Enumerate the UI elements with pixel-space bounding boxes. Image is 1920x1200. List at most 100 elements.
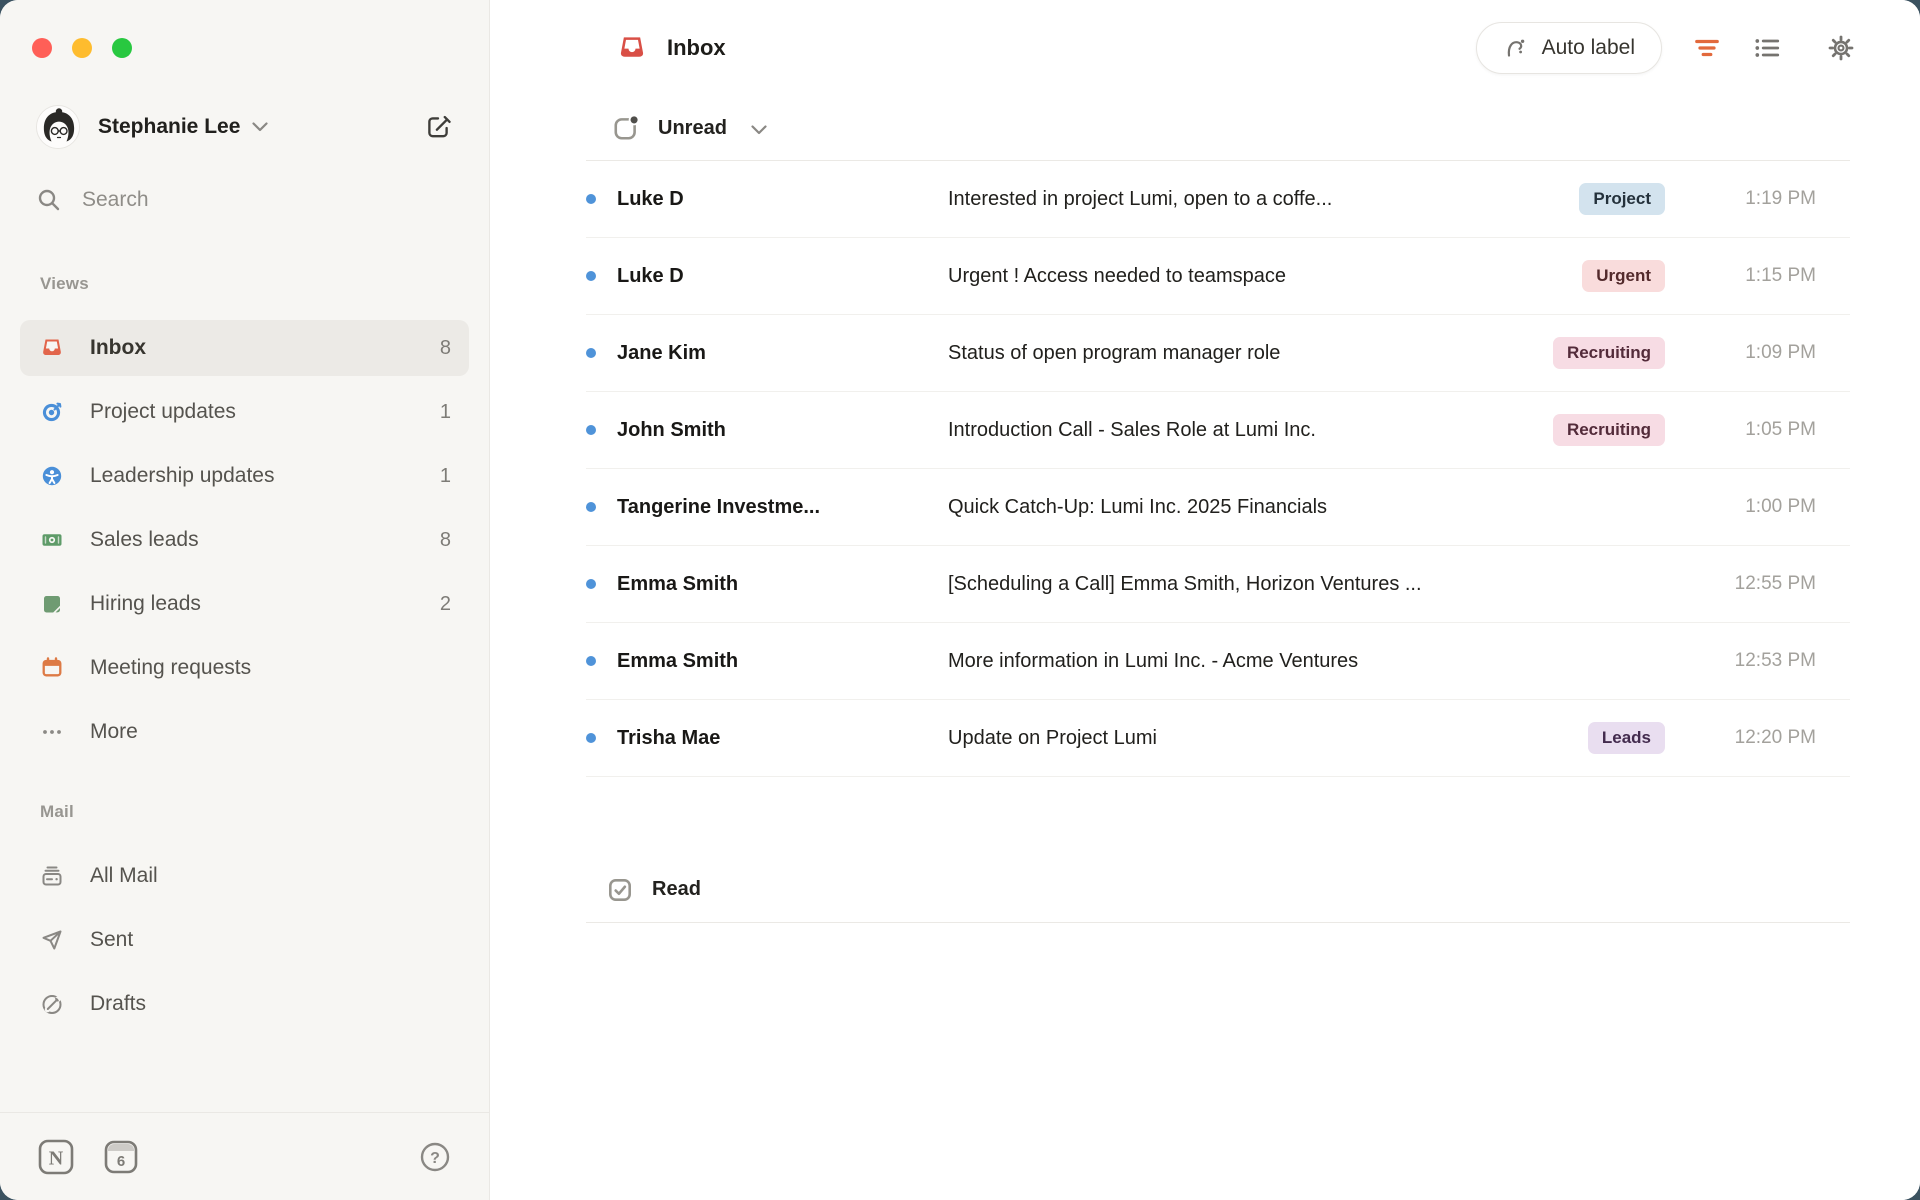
- auto-label-text: Auto label: [1542, 36, 1635, 60]
- sidebar-footer: N 6 ?: [0, 1112, 489, 1200]
- mail-app-window: Stephanie Lee Search Views: [0, 0, 1920, 1200]
- sidebar-item-project-updates[interactable]: Project updates 1: [20, 384, 469, 440]
- sidebar-item-meeting-requests[interactable]: Meeting requests: [20, 640, 469, 696]
- email-subject: Interested in project Lumi, open to a co…: [948, 188, 1579, 211]
- mail-nav: All Mail Sent Drafts: [0, 848, 489, 1032]
- email-subject: More information in Lumi Inc. - Acme Ven…: [948, 650, 1665, 673]
- read-checkbox-icon: [606, 876, 634, 904]
- calendar-icon: [40, 656, 64, 680]
- svg-text:6: 6: [117, 1153, 125, 1170]
- sidebar-item-label: More: [90, 720, 138, 744]
- sidebar-item-count: 2: [440, 593, 451, 616]
- account-switcher[interactable]: Stephanie Lee: [36, 104, 453, 150]
- email-row[interactable]: Jane Kim Status of open program manager …: [586, 315, 1850, 392]
- sidebar-item-count: 1: [440, 465, 451, 488]
- svg-text:?: ?: [430, 1150, 440, 1167]
- list-icon: [1753, 34, 1781, 62]
- target-icon: [40, 400, 64, 424]
- email-sender: Luke D: [617, 188, 922, 211]
- email-subject: Status of open program manager role: [948, 342, 1553, 365]
- account-name: Stephanie Lee: [98, 115, 240, 139]
- unread-dot-icon: [586, 348, 596, 358]
- notion-calendar-app-icon[interactable]: 6: [104, 1140, 138, 1174]
- auto-label-button[interactable]: Auto label: [1476, 22, 1662, 74]
- email-sender: Luke D: [617, 265, 922, 288]
- list-view-button[interactable]: [1752, 33, 1782, 63]
- page-title: Inbox: [667, 35, 726, 61]
- main-panel: Inbox Auto label: [490, 0, 1920, 1200]
- email-row[interactable]: Luke D Urgent ! Access needed to teamspa…: [586, 238, 1850, 315]
- email-label-badge: Recruiting: [1553, 414, 1665, 446]
- email-list: Luke D Interested in project Lumi, open …: [490, 161, 1920, 777]
- email-time: 1:05 PM: [1665, 419, 1850, 441]
- mail-section-header: Mail: [40, 802, 489, 822]
- read-label: Read: [652, 878, 701, 901]
- sidebar-item-sent[interactable]: Sent: [20, 912, 469, 968]
- search-input[interactable]: Search: [36, 180, 453, 220]
- sidebar-item-leadership-updates[interactable]: Leadership updates 1: [20, 448, 469, 504]
- unread-dot-icon: [586, 579, 596, 589]
- search-placeholder: Search: [82, 188, 149, 212]
- email-time: 1:00 PM: [1665, 496, 1850, 518]
- close-window-button[interactable]: [32, 38, 52, 58]
- search-icon: [36, 187, 62, 213]
- sidebar-item-hiring-leads[interactable]: Hiring leads 2: [20, 576, 469, 632]
- inbox-icon: [40, 336, 64, 360]
- gear-icon: [1827, 34, 1855, 62]
- email-sender: Trisha Mae: [617, 727, 922, 750]
- email-subject: Introduction Call - Sales Role at Lumi I…: [948, 419, 1553, 442]
- main-header: Inbox Auto label: [490, 0, 1920, 96]
- help-button[interactable]: ?: [419, 1141, 451, 1173]
- unread-dot-icon: [586, 502, 596, 512]
- email-row[interactable]: Emma Smith More information in Lumi Inc.…: [586, 623, 1850, 700]
- email-row[interactable]: Trisha Mae Update on Project Lumi Leads …: [586, 700, 1850, 777]
- sidebar-item-label: Leadership updates: [90, 464, 274, 488]
- sidebar-item-more[interactable]: More: [20, 704, 469, 760]
- mail-stack-icon: [40, 864, 64, 888]
- compose-button[interactable]: [423, 112, 453, 142]
- sidebar-item-label: Hiring leads: [90, 592, 201, 616]
- inbox-icon: [617, 33, 647, 63]
- window-controls: [0, 0, 489, 58]
- auto-label-wand-icon: [1503, 35, 1529, 61]
- chevron-down-icon: [751, 125, 767, 135]
- email-time: 12:20 PM: [1665, 727, 1850, 749]
- sidebar-item-inbox[interactable]: Inbox 8: [20, 320, 469, 376]
- email-time: 12:53 PM: [1665, 650, 1850, 672]
- minimize-window-button[interactable]: [72, 38, 92, 58]
- pencil-circle-icon: [40, 992, 64, 1016]
- sidebar-item-sales-leads[interactable]: Sales leads 8: [20, 512, 469, 568]
- read-section-header[interactable]: Read: [586, 857, 1850, 923]
- email-row[interactable]: Tangerine Investme... Quick Catch-Up: Lu…: [586, 469, 1850, 546]
- settings-button[interactable]: [1826, 33, 1856, 63]
- email-sender: Jane Kim: [617, 342, 922, 365]
- chevron-down-icon: [252, 122, 268, 132]
- avatar: [36, 105, 80, 149]
- sidebar-item-count: 8: [440, 337, 451, 360]
- unread-section-header[interactable]: Unread: [586, 96, 1850, 161]
- email-time: 1:15 PM: [1665, 265, 1850, 287]
- sidebar-item-label: Drafts: [90, 992, 146, 1016]
- email-label-badge: Recruiting: [1553, 337, 1665, 369]
- sidebar-item-label: Sent: [90, 928, 133, 952]
- zoom-window-button[interactable]: [112, 38, 132, 58]
- sidebar-item-drafts[interactable]: Drafts: [20, 976, 469, 1032]
- email-subject: Update on Project Lumi: [948, 727, 1588, 750]
- sidebar-item-count: 1: [440, 401, 451, 424]
- email-label-badge: Urgent: [1582, 260, 1665, 292]
- person-icon: [40, 464, 64, 488]
- notion-app-icon[interactable]: N: [38, 1139, 74, 1175]
- email-row[interactable]: Luke D Interested in project Lumi, open …: [586, 161, 1850, 238]
- email-time: 1:19 PM: [1665, 188, 1850, 210]
- email-sender: Tangerine Investme...: [617, 496, 922, 519]
- email-row[interactable]: Emma Smith [Scheduling a Call] Emma Smit…: [586, 546, 1850, 623]
- unread-dot-icon: [586, 656, 596, 666]
- sidebar-item-label: Inbox: [90, 336, 146, 360]
- sidebar-item-label: Project updates: [90, 400, 236, 424]
- sidebar-item-all-mail[interactable]: All Mail: [20, 848, 469, 904]
- unread-label: Unread: [658, 117, 727, 140]
- email-subject: Urgent ! Access needed to teamspace: [948, 265, 1582, 288]
- email-row[interactable]: John Smith Introduction Call - Sales Rol…: [586, 392, 1850, 469]
- note-icon: [40, 592, 64, 616]
- filter-button[interactable]: [1692, 33, 1722, 63]
